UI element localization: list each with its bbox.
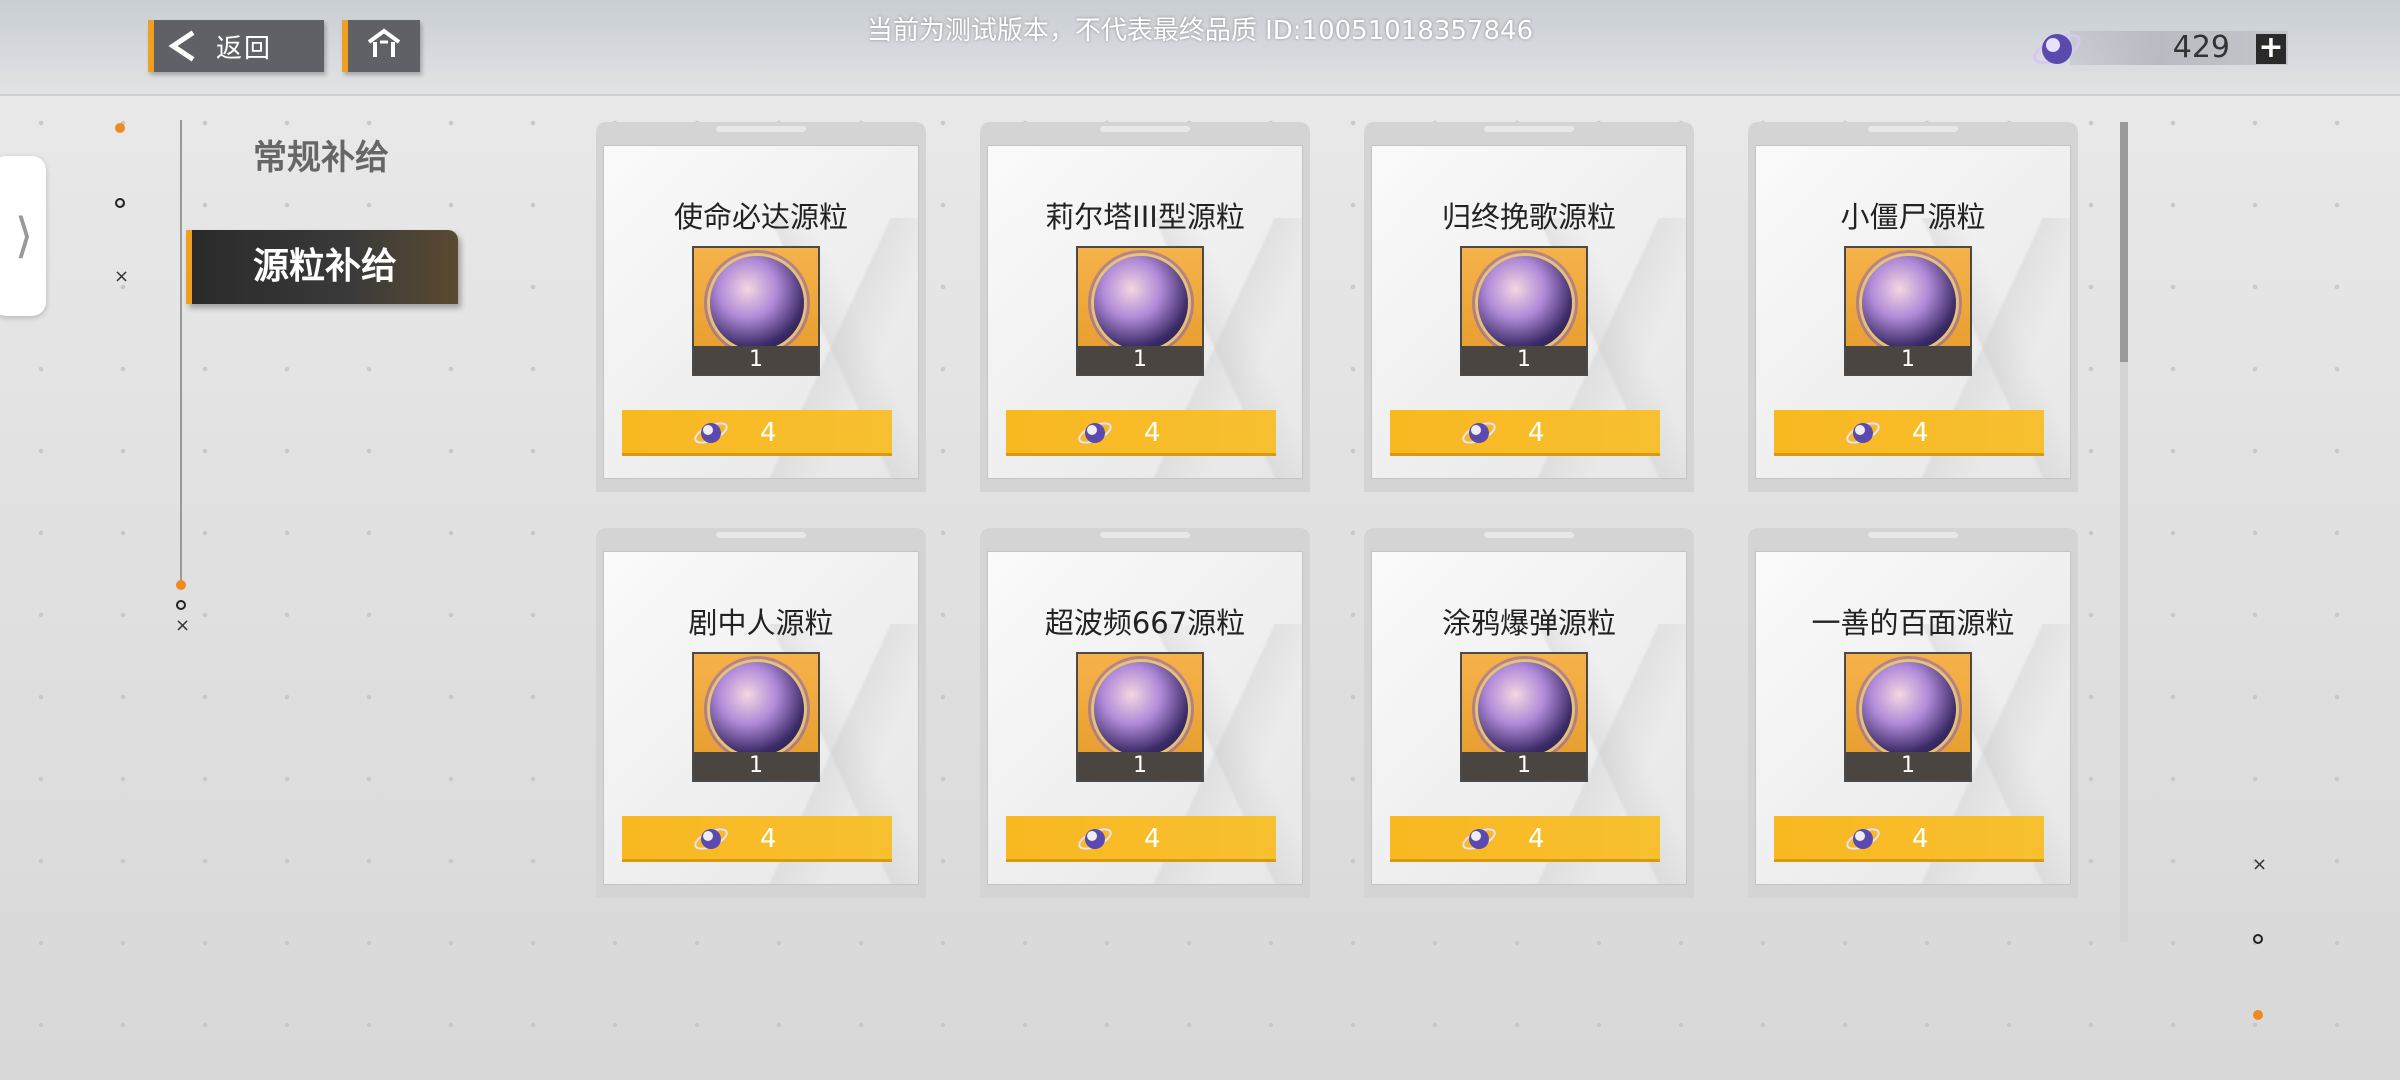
shop-item-card[interactable]: 归终挽歌源粒 1 4 (1364, 122, 1694, 492)
crystal-gem-icon (1076, 822, 1114, 860)
item-name: 小僵尸源粒 (1840, 200, 1986, 234)
home-button[interactable] (342, 20, 420, 72)
card-body: 归终挽歌源粒 1 4 (1372, 146, 1686, 478)
shop-grid: 使命必达源粒 1 4 莉尔塔III型源粒 1 4 归终挽歌源粒 1 4 小僵尸源… (596, 122, 2078, 912)
sidebar-divider (180, 120, 182, 580)
home-icon (366, 28, 402, 64)
card-body: 小僵尸源粒 1 4 (1756, 146, 2070, 478)
decor-x: × (2252, 854, 2268, 875)
item-name: 剧中人源粒 (688, 606, 834, 640)
decor-dot (115, 123, 125, 133)
decor-circle (2253, 934, 2263, 944)
currency-amount: 429 (2172, 30, 2230, 65)
shop-item-card[interactable]: 涂鸦爆弹源粒 1 4 (1364, 528, 1694, 898)
price-button[interactable]: 4 (1006, 410, 1276, 456)
card-body: 莉尔塔III型源粒 1 4 (988, 146, 1302, 478)
item-icon-frame: 1 (692, 246, 820, 376)
back-button[interactable]: 返回 (148, 20, 324, 72)
crystal-gem-icon (1460, 416, 1498, 454)
item-quantity: 1 (694, 752, 818, 780)
crystal-gem-icon (1844, 822, 1882, 860)
item-quantity: 1 (694, 346, 818, 374)
item-quantity: 1 (1078, 752, 1202, 780)
item-quantity: 1 (1846, 346, 1970, 374)
decor-x: × (114, 266, 130, 287)
price-button[interactable]: 4 (1774, 816, 2044, 862)
crystal-gem-icon (1076, 416, 1114, 454)
item-quantity: 1 (1462, 752, 1586, 780)
price-value: 4 (1528, 418, 1545, 448)
price-value: 4 (1912, 418, 1929, 448)
crystal-gem-icon (1844, 416, 1882, 454)
item-name: 归终挽歌源粒 (1441, 200, 1616, 234)
card-body: 涂鸦爆弹源粒 1 4 (1372, 552, 1686, 884)
decor-dot (2253, 1010, 2263, 1020)
grain-orb-icon (1094, 662, 1188, 756)
grain-orb-icon (710, 256, 804, 350)
back-button-label: 返回 (216, 33, 273, 64)
card-body: 使命必达源粒 1 4 (604, 146, 918, 478)
item-name: 使命必达源粒 (673, 200, 848, 234)
grain-orb-icon (1862, 256, 1956, 350)
item-icon-frame: 1 (1460, 246, 1588, 376)
shop-item-card[interactable]: 超波频667源粒 1 4 (980, 528, 1310, 898)
item-quantity: 1 (1462, 346, 1586, 374)
shop-item-card[interactable]: 小僵尸源粒 1 4 (1748, 122, 2078, 492)
back-arrow-icon (154, 20, 210, 72)
add-currency-button[interactable]: + (2256, 33, 2286, 64)
crystal-gem-icon (2030, 22, 2084, 80)
price-value: 4 (1144, 418, 1161, 448)
crystal-gem-icon (692, 822, 730, 860)
item-icon-frame: 1 (1076, 652, 1204, 782)
crystal-gem-icon (1460, 822, 1498, 860)
grain-orb-icon (1862, 662, 1956, 756)
shop-item-card[interactable]: 莉尔塔III型源粒 1 4 (980, 122, 1310, 492)
card-body: 一善的百面源粒 1 4 (1756, 552, 2070, 884)
version-notice: 当前为测试版本，不代表最终品质 ID:10051018357846 (866, 16, 1534, 46)
grain-orb-icon (1478, 662, 1572, 756)
item-quantity: 1 (1846, 752, 1970, 780)
item-quantity: 1 (1078, 346, 1202, 374)
price-button[interactable]: 4 (622, 410, 892, 456)
decor-x: × (175, 615, 191, 636)
item-name: 一善的百面源粒 (1811, 606, 2015, 640)
item-icon-frame: 1 (1844, 246, 1972, 376)
price-value: 4 (760, 824, 777, 854)
grain-orb-icon (710, 662, 804, 756)
price-button[interactable]: 4 (1774, 410, 2044, 456)
item-name: 莉尔塔III型源粒 (1045, 200, 1245, 234)
item-name: 涂鸦爆弹源粒 (1441, 606, 1616, 640)
chevron-right-icon: ⟩ (14, 208, 34, 264)
scrollbar-thumb[interactable] (2120, 122, 2128, 362)
price-value: 4 (760, 418, 777, 448)
item-icon-frame: 1 (1460, 652, 1588, 782)
card-body: 剧中人源粒 1 4 (604, 552, 918, 884)
grain-orb-icon (1478, 256, 1572, 350)
top-bar: 返回 当前为测试版本，不代表最终品质 ID:10051018357846 429… (0, 0, 2400, 96)
price-button[interactable]: 4 (1390, 410, 1660, 456)
price-button[interactable]: 4 (1390, 816, 1660, 862)
side-drawer-handle[interactable]: ⟩ (0, 156, 46, 316)
shop-item-card[interactable]: 使命必达源粒 1 4 (596, 122, 926, 492)
decor-dot (176, 580, 186, 590)
crystal-gem-icon (692, 416, 730, 454)
item-icon-frame: 1 (1844, 652, 1972, 782)
price-button[interactable]: 4 (622, 816, 892, 862)
decor-circle (176, 600, 186, 610)
decor-circle (115, 198, 125, 208)
item-icon-frame: 1 (692, 652, 820, 782)
price-button[interactable]: 4 (1006, 816, 1276, 862)
card-body: 超波频667源粒 1 4 (988, 552, 1302, 884)
item-icon-frame: 1 (1076, 246, 1204, 376)
item-name: 超波频667源粒 (1044, 606, 1246, 640)
price-value: 4 (1528, 824, 1545, 854)
currency-display: 429 + (2030, 26, 2290, 70)
tab-grain-supply[interactable]: 源粒补给 (186, 230, 458, 304)
grain-orb-icon (1094, 256, 1188, 350)
price-value: 4 (1144, 824, 1161, 854)
shop-item-card[interactable]: 剧中人源粒 1 4 (596, 528, 926, 898)
shop-item-card[interactable]: 一善的百面源粒 1 4 (1748, 528, 2078, 898)
price-value: 4 (1912, 824, 1929, 854)
tab-regular-supply[interactable]: 常规补给 (186, 128, 456, 188)
